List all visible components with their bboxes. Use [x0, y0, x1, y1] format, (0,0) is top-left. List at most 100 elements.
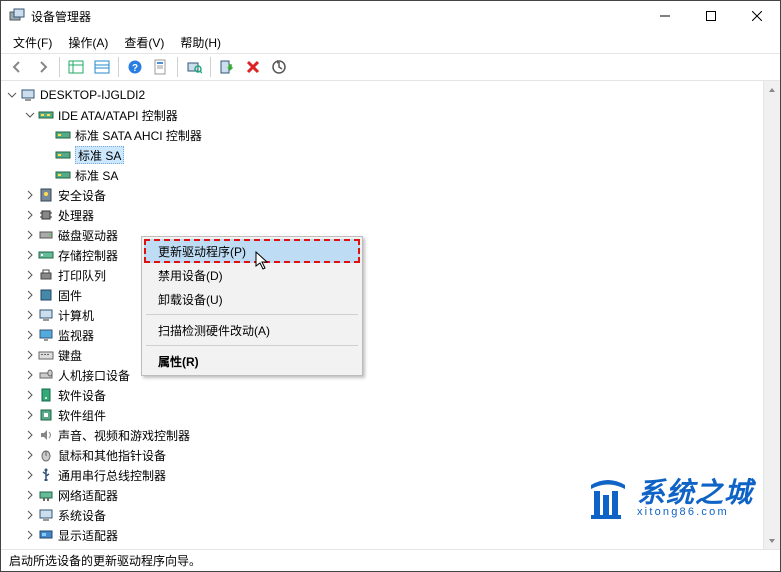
tree-cpu[interactable]: 处理器: [1, 205, 763, 225]
tree-ide-child-3[interactable]: 标准 SA: [1, 165, 763, 185]
expand-icon[interactable]: [23, 388, 37, 402]
controller-icon: [55, 147, 71, 163]
device-manager-window: 设备管理器 文件(F) 操作(A) 查看(V) 帮助(H) ?: [0, 0, 781, 572]
tree-root-label: DESKTOP-IJGLDI2: [40, 88, 145, 102]
menu-view[interactable]: 查看(V): [116, 32, 172, 53]
security-icon: [38, 187, 54, 203]
toolbar-enable-button[interactable]: [215, 55, 239, 79]
tree-ide-label: IDE ATA/ATAPI 控制器: [58, 107, 178, 124]
expand-icon[interactable]: [23, 188, 37, 202]
device-tree[interactable]: DESKTOP-IJGLDI2 IDE ATA/ATAPI 控制器 标准 SAT…: [1, 81, 763, 549]
menu-help[interactable]: 帮助(H): [172, 32, 229, 53]
expand-icon[interactable]: [23, 428, 37, 442]
tree-display[interactable]: 显示适配器: [1, 525, 763, 545]
hid-icon: [38, 367, 54, 383]
tree-firmware[interactable]: 固件: [1, 285, 763, 305]
window-title: 设备管理器: [31, 8, 642, 25]
tree-swdev[interactable]: 软件设备: [1, 385, 763, 405]
toolbar-forward-button[interactable]: [31, 55, 55, 79]
expand-icon[interactable]: [23, 208, 37, 222]
expand-icon[interactable]: [23, 368, 37, 382]
menu-action[interactable]: 操作(A): [60, 32, 116, 53]
toolbar-back-button[interactable]: [5, 55, 29, 79]
expand-icon[interactable]: [23, 328, 37, 342]
menu-file[interactable]: 文件(F): [5, 32, 60, 53]
ctx-update-driver[interactable]: 更新驱动程序(P): [144, 239, 360, 263]
expand-icon[interactable]: [23, 408, 37, 422]
toolbar-uninstall-button[interactable]: [241, 55, 265, 79]
tree-security[interactable]: 安全设备: [1, 185, 763, 205]
tree-item-label: 标准 SA: [75, 146, 124, 164]
usb-icon: [38, 467, 54, 483]
watermark: 系统之城 xitong86.com: [585, 475, 753, 521]
ctx-item-label: 禁用设备(D): [158, 267, 223, 284]
toolbar-details-button[interactable]: [90, 55, 114, 79]
tree-storage[interactable]: 存储控制器: [1, 245, 763, 265]
expand-icon[interactable]: [23, 228, 37, 242]
scroll-down-button[interactable]: [764, 532, 780, 549]
expand-icon[interactable]: [23, 268, 37, 282]
expand-icon[interactable]: [23, 288, 37, 302]
tree-ide-child-2-selected[interactable]: 标准 SA: [1, 145, 763, 165]
watermark-logo-icon: [585, 475, 631, 521]
tree-item-label: 处理器: [58, 207, 94, 224]
tree-ide[interactable]: IDE ATA/ATAPI 控制器: [1, 105, 763, 125]
toolbar-properties-button[interactable]: [149, 55, 173, 79]
expand-icon[interactable]: [23, 488, 37, 502]
ctx-disable-device[interactable]: 禁用设备(D): [144, 263, 360, 287]
toolbar-show-hidden-button[interactable]: [64, 55, 88, 79]
tree-monitor[interactable]: 监视器: [1, 325, 763, 345]
vertical-scrollbar[interactable]: [763, 81, 780, 549]
computer-icon: [20, 87, 36, 103]
scroll-track[interactable]: [764, 98, 780, 532]
expand-icon[interactable]: [5, 88, 19, 102]
tree-item-label: 鼠标和其他指针设备: [58, 447, 166, 464]
watermark-url: xitong86.com: [637, 507, 753, 518]
expand-icon[interactable]: [23, 248, 37, 262]
toolbar-separator-3: [177, 57, 178, 77]
controller-icon: [55, 127, 71, 143]
app-icon: [9, 8, 25, 24]
tree-printq[interactable]: 打印队列: [1, 265, 763, 285]
tree-mouse[interactable]: 鼠标和其他指针设备: [1, 445, 763, 465]
ctx-item-label: 扫描检测硬件改动(A): [158, 322, 270, 339]
tree-computer[interactable]: 计算机: [1, 305, 763, 325]
statusbar: 启动所选设备的更新驱动程序向导。: [1, 549, 780, 571]
tree-swcomp[interactable]: 软件组件: [1, 405, 763, 425]
toolbar-help-button[interactable]: ?: [123, 55, 147, 79]
minimize-button[interactable]: [642, 1, 688, 31]
toolbar-update-button[interactable]: [267, 55, 291, 79]
expand-icon[interactable]: [23, 468, 37, 482]
close-button[interactable]: [734, 1, 780, 31]
scroll-up-button[interactable]: [764, 81, 780, 98]
tree-hid[interactable]: 人机接口设备: [1, 365, 763, 385]
disk-icon: [38, 227, 54, 243]
toolbar-scan-button[interactable]: [182, 55, 206, 79]
tree-root[interactable]: DESKTOP-IJGLDI2: [1, 85, 763, 105]
expand-icon[interactable]: [23, 108, 37, 122]
tree-audio[interactable]: 声音、视频和游戏控制器: [1, 425, 763, 445]
expand-icon[interactable]: [23, 448, 37, 462]
tree-item-label: 软件组件: [58, 407, 106, 424]
expand-icon[interactable]: [23, 528, 37, 542]
context-menu: 更新驱动程序(P) 禁用设备(D) 卸载设备(U) 扫描检测硬件改动(A) 属性…: [141, 236, 363, 376]
ctx-properties[interactable]: 属性(R): [144, 349, 360, 373]
tree-keyboard[interactable]: 键盘: [1, 345, 763, 365]
content-area: DESKTOP-IJGLDI2 IDE ATA/ATAPI 控制器 标准 SAT…: [1, 81, 780, 549]
ctx-scan-hardware[interactable]: 扫描检测硬件改动(A): [144, 318, 360, 342]
expand-icon[interactable]: [23, 508, 37, 522]
ctx-uninstall-device[interactable]: 卸载设备(U): [144, 287, 360, 311]
system-icon: [38, 507, 54, 523]
ctx-item-label: 卸载设备(U): [158, 291, 223, 308]
network-icon: [38, 487, 54, 503]
toolbar: ?: [1, 53, 780, 81]
maximize-button[interactable]: [688, 1, 734, 31]
expand-icon[interactable]: [23, 308, 37, 322]
tree-item-label: 标准 SA: [75, 167, 118, 184]
computer-icon: [38, 307, 54, 323]
component-icon: [38, 407, 54, 423]
ctx-item-label: 更新驱动程序(P): [158, 243, 246, 260]
expand-icon[interactable]: [23, 348, 37, 362]
tree-disk[interactable]: 磁盘驱动器: [1, 225, 763, 245]
tree-ide-child-1[interactable]: 标准 SATA AHCI 控制器: [1, 125, 763, 145]
